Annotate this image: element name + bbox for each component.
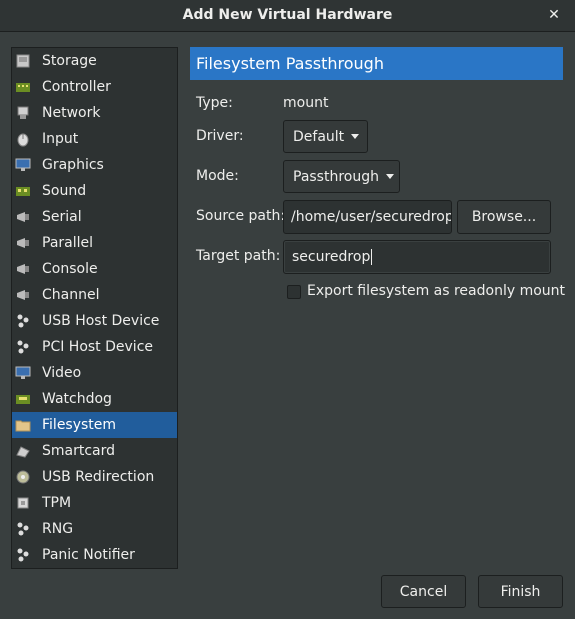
sidebar-item-smartcard[interactable]: Smartcard xyxy=(12,438,177,464)
sidebar-item-label: Video xyxy=(42,365,82,381)
sidebar-item-sound[interactable]: Sound xyxy=(12,178,177,204)
title-bar: Add New Virtual Hardware ✕ xyxy=(0,0,575,32)
sidebar-item-label: Watchdog xyxy=(42,391,112,407)
cancel-button[interactable]: Cancel xyxy=(381,575,466,608)
driver-dropdown[interactable]: Default xyxy=(283,120,368,153)
target-path-label: Target path: xyxy=(196,248,281,264)
driver-dropdown-value: Default xyxy=(293,128,345,145)
storage-icon xyxy=(15,53,31,69)
panel-header: Filesystem Passthrough xyxy=(190,47,563,80)
browse-button[interactable]: Browse... xyxy=(457,200,551,234)
sidebar-item-console[interactable]: Console xyxy=(12,256,177,282)
sidebar-item-pci-host-device[interactable]: PCI Host Device xyxy=(12,334,177,360)
sidebar-item-parallel[interactable]: Parallel xyxy=(12,230,177,256)
type-value: mount xyxy=(283,95,329,111)
target-path-input[interactable]: securedrop xyxy=(283,240,551,274)
sidebar-item-label: Smartcard xyxy=(42,443,116,459)
sidebar-item-label: Console xyxy=(42,261,98,277)
rng-icon xyxy=(15,521,31,537)
sidebar-item-input[interactable]: Input xyxy=(12,126,177,152)
sidebar-item-label: USB Redirection xyxy=(42,469,155,485)
video-monitor-icon xyxy=(15,365,31,381)
sidebar-item-label: Input xyxy=(42,131,79,147)
readonly-checkbox-label[interactable]: Export filesystem as readonly mount xyxy=(307,283,565,299)
hardware-type-list: Storage Controller Network Input Graphics Sou… xyxy=(11,47,178,569)
close-icon[interactable]: ✕ xyxy=(545,6,563,24)
sidebar-item-label: PCI Host Device xyxy=(42,339,154,355)
sidebar-item-label: Sound xyxy=(42,183,87,199)
sidebar-item-label: USB Host Device xyxy=(42,313,160,329)
mode-dropdown-value: Passthrough xyxy=(293,168,379,185)
serial-port-icon xyxy=(15,209,31,225)
folder-icon xyxy=(15,417,31,433)
sidebar-item-network[interactable]: Network xyxy=(12,100,177,126)
sidebar-item-label: Filesystem xyxy=(42,417,117,433)
sidebar-item-filesystem[interactable]: Filesystem xyxy=(12,412,177,438)
sidebar-item-watchdog[interactable]: Watchdog xyxy=(12,386,177,412)
usb-redirection-icon xyxy=(15,469,31,485)
sidebar-item-serial[interactable]: Serial xyxy=(12,204,177,230)
target-path-value: securedrop xyxy=(292,249,371,265)
sidebar-item-controller[interactable]: Controller xyxy=(12,74,177,100)
network-icon xyxy=(15,105,31,121)
sidebar-item-label: RNG xyxy=(42,521,74,537)
sidebar-item-label: Controller xyxy=(42,79,111,95)
sidebar-item-label: Serial xyxy=(42,209,82,225)
finish-button[interactable]: Finish xyxy=(478,575,563,608)
sidebar-item-label: Storage xyxy=(42,53,97,69)
sidebar-item-usb-redirection[interactable]: USB Redirection xyxy=(12,464,177,490)
mode-dropdown[interactable]: Passthrough xyxy=(283,160,400,193)
parallel-port-icon xyxy=(15,235,31,251)
window-title: Add New Virtual Hardware xyxy=(182,7,393,23)
driver-label: Driver: xyxy=(196,128,244,144)
sidebar-item-storage[interactable]: Storage xyxy=(12,48,177,74)
channel-port-icon xyxy=(15,287,31,303)
sidebar-item-label: TPM xyxy=(42,495,72,511)
chevron-down-icon xyxy=(386,174,394,179)
smartcard-icon xyxy=(15,443,31,459)
console-port-icon xyxy=(15,261,31,277)
tpm-chip-icon xyxy=(15,495,31,511)
panic-notifier-icon xyxy=(15,547,31,563)
sound-card-icon xyxy=(15,183,31,199)
sidebar-item-graphics[interactable]: Graphics xyxy=(12,152,177,178)
sidebar-item-usb-host-device[interactable]: USB Host Device xyxy=(12,308,177,334)
mouse-icon xyxy=(15,131,31,147)
source-path-value: /home/user/securedrop xyxy=(291,209,452,225)
pci-icon xyxy=(15,339,31,355)
sidebar-item-video[interactable]: Video xyxy=(12,360,177,386)
type-label: Type: xyxy=(196,95,233,111)
sidebar-item-label: Channel xyxy=(42,287,100,303)
text-caret xyxy=(371,249,373,265)
sidebar-item-label: Parallel xyxy=(42,235,94,251)
mode-label: Mode: xyxy=(196,168,239,184)
readonly-checkbox[interactable] xyxy=(287,285,301,299)
chevron-down-icon xyxy=(351,134,360,139)
sidebar-item-label: Panic Notifier xyxy=(42,547,135,563)
usb-icon xyxy=(15,313,31,329)
sidebar-item-panic-notifier[interactable]: Panic Notifier xyxy=(12,542,177,568)
source-path-label: Source path: xyxy=(196,208,286,224)
sidebar-item-tpm[interactable]: TPM xyxy=(12,490,177,516)
watchdog-icon xyxy=(15,391,31,407)
monitor-icon xyxy=(15,157,31,173)
sidebar-item-channel[interactable]: Channel xyxy=(12,282,177,308)
sidebar-item-label: Network xyxy=(42,105,101,121)
sidebar-item-rng[interactable]: RNG xyxy=(12,516,177,542)
controller-icon xyxy=(15,79,31,95)
source-path-input[interactable]: /home/user/securedrop xyxy=(283,200,452,234)
sidebar-item-label: Graphics xyxy=(42,157,104,173)
